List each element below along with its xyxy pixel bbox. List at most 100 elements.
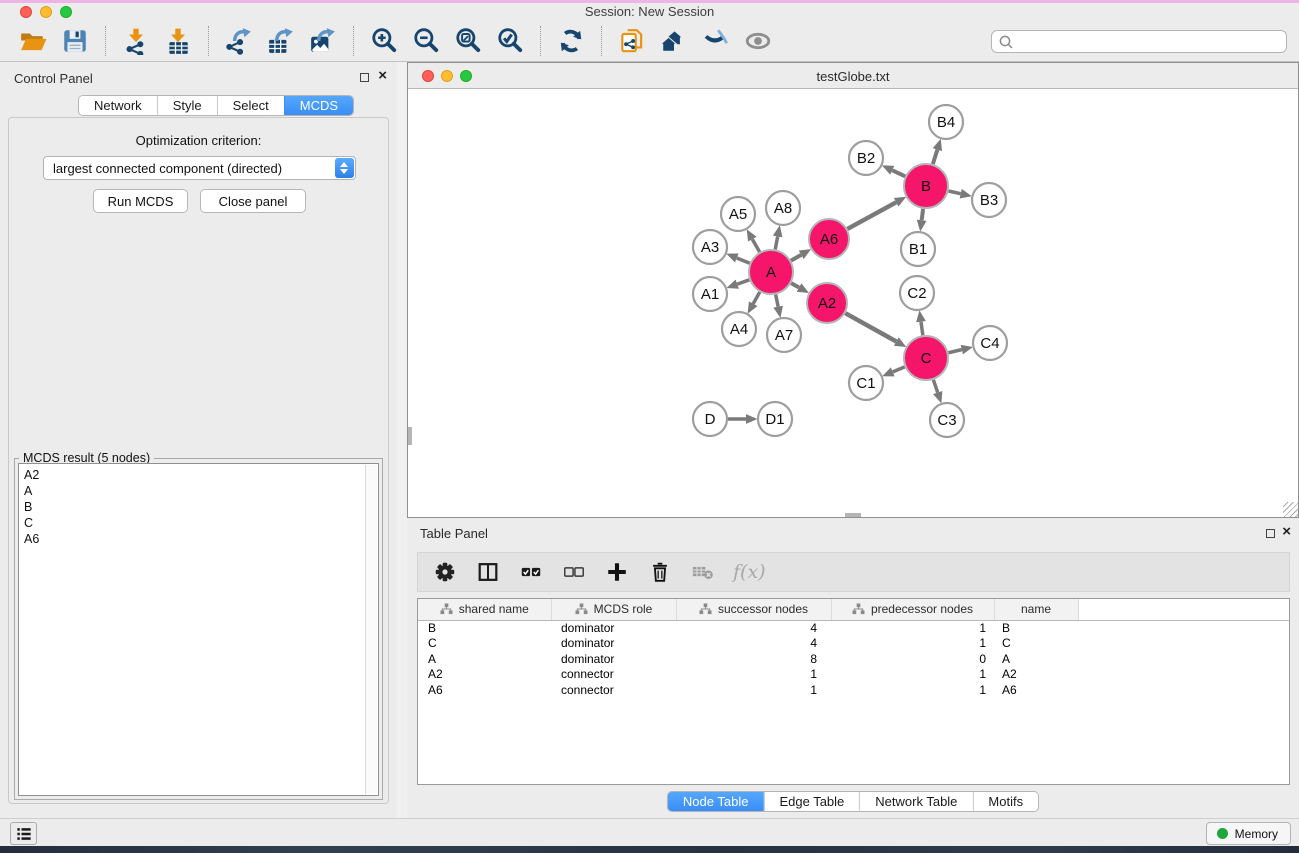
zoom-out-button[interactable] bbox=[405, 23, 447, 59]
tab-mcds[interactable]: MCDS bbox=[284, 96, 353, 115]
export-network-button[interactable] bbox=[218, 23, 260, 59]
edge-A-A1[interactable] bbox=[737, 280, 749, 284]
table-row[interactable]: Adominator80A bbox=[418, 651, 1290, 667]
result-scrollbar[interactable] bbox=[365, 465, 377, 794]
result-list-item[interactable]: A2 bbox=[19, 464, 378, 483]
home-button[interactable] bbox=[653, 23, 695, 59]
table-cell[interactable]: dominator bbox=[551, 651, 676, 667]
edge-B-B3[interactable] bbox=[948, 191, 960, 194]
table-cell[interactable]: A6 bbox=[994, 682, 1078, 698]
network-window-titlebar[interactable]: testGlobe.txt bbox=[408, 63, 1298, 89]
task-history-button[interactable] bbox=[10, 822, 37, 845]
table-cell[interactable]: A bbox=[994, 651, 1078, 667]
select-all-button[interactable] bbox=[518, 559, 544, 585]
table-cell[interactable]: 4 bbox=[676, 620, 831, 636]
table-row[interactable]: A6connector11A6 bbox=[418, 682, 1290, 698]
import-table-button[interactable] bbox=[157, 23, 199, 59]
import-network-button[interactable] bbox=[115, 23, 157, 59]
clone-network-button[interactable] bbox=[611, 23, 653, 59]
criterion-dropdown[interactable]: largest connected component (directed) bbox=[43, 156, 356, 180]
table-row[interactable]: Bdominator41B bbox=[418, 620, 1290, 636]
result-list-item[interactable]: A bbox=[19, 483, 378, 499]
edge-A-A4[interactable] bbox=[753, 292, 760, 304]
edge-A-A3[interactable] bbox=[737, 258, 750, 263]
table-cell[interactable]: 1 bbox=[676, 682, 831, 698]
show-panel-button[interactable] bbox=[737, 23, 779, 59]
table-tab-edge-table[interactable]: Edge Table bbox=[763, 792, 859, 811]
table-tab-node-table[interactable]: Node Table bbox=[668, 792, 764, 811]
tab-select[interactable]: Select bbox=[217, 96, 284, 115]
column-header-MCDS-role[interactable]: MCDS role bbox=[551, 599, 676, 620]
refresh-layout-button[interactable] bbox=[550, 23, 592, 59]
table-panel-float-icon[interactable] bbox=[1266, 529, 1275, 538]
table-cell[interactable] bbox=[1078, 667, 1290, 683]
open-file-button[interactable] bbox=[12, 23, 54, 59]
save-session-button[interactable] bbox=[54, 23, 96, 59]
table-cell[interactable]: A6 bbox=[418, 682, 551, 698]
export-table-button[interactable] bbox=[260, 23, 302, 59]
table-cell[interactable]: B bbox=[418, 620, 551, 636]
deselect-all-button[interactable] bbox=[561, 559, 587, 585]
table-row[interactable]: Cdominator41C bbox=[418, 636, 1290, 652]
tab-network[interactable]: Network bbox=[79, 96, 157, 115]
table-cell[interactable] bbox=[1078, 682, 1290, 698]
column-header-name[interactable]: name bbox=[994, 599, 1078, 620]
edge-A6-B[interactable] bbox=[847, 202, 896, 229]
table-cell[interactable]: connector bbox=[551, 682, 676, 698]
table-tab-motifs[interactable]: Motifs bbox=[972, 792, 1038, 811]
table-cell[interactable]: B bbox=[994, 620, 1078, 636]
edge-A-A6[interactable] bbox=[791, 255, 801, 261]
mcds-result-list[interactable]: A2ABCA6 bbox=[18, 463, 379, 796]
result-list-item[interactable]: A6 bbox=[19, 531, 378, 547]
hide-panel-button[interactable] bbox=[695, 23, 737, 59]
table-cell[interactable]: dominator bbox=[551, 636, 676, 652]
edge-C-C4[interactable] bbox=[948, 350, 961, 353]
result-list-item[interactable]: C bbox=[19, 515, 378, 531]
column-header-shared-name[interactable]: shared name bbox=[418, 599, 551, 620]
table-cell[interactable]: A bbox=[418, 651, 551, 667]
column-header-successor-nodes[interactable]: successor nodes bbox=[676, 599, 831, 620]
panel-columns-button[interactable] bbox=[475, 559, 501, 585]
canvas-vertical-scrollthumb[interactable] bbox=[408, 427, 412, 445]
zoom-selected-button[interactable] bbox=[489, 23, 531, 59]
add-column-button[interactable] bbox=[604, 559, 630, 585]
table-cell[interactable]: A2 bbox=[994, 667, 1078, 683]
control-panel-close-icon[interactable]: × bbox=[378, 67, 387, 85]
function-builder-button[interactable]: f(x) bbox=[733, 559, 766, 585]
table-cell[interactable]: 1 bbox=[831, 667, 994, 683]
table-cell[interactable]: connector bbox=[551, 667, 676, 683]
edge-A-A8[interactable] bbox=[775, 237, 777, 250]
edge-A-A7[interactable] bbox=[776, 295, 778, 307]
run-mcds-button[interactable]: Run MCDS bbox=[93, 189, 188, 213]
network-canvas[interactable]: AA1A2A3A4A5A6A7A8BB1B2B3B4CC1C2C3C4DD1 bbox=[408, 90, 1298, 517]
table-cell[interactable] bbox=[1078, 651, 1290, 667]
edge-C-C2[interactable] bbox=[921, 322, 923, 335]
delete-table-button[interactable] bbox=[690, 559, 716, 585]
canvas-horizontal-scrollthumb[interactable] bbox=[845, 513, 861, 517]
table-cell[interactable] bbox=[1078, 636, 1290, 652]
table-cell[interactable]: 1 bbox=[831, 682, 994, 698]
table-cell[interactable]: 0 bbox=[831, 651, 994, 667]
tab-style[interactable]: Style bbox=[157, 96, 217, 115]
table-panel-close-icon[interactable]: × bbox=[1282, 523, 1291, 541]
panel-divider[interactable] bbox=[397, 62, 407, 818]
close-panel-button[interactable]: Close panel bbox=[200, 189, 306, 213]
zoom-in-button[interactable] bbox=[363, 23, 405, 59]
memory-button[interactable]: Memory bbox=[1206, 822, 1291, 845]
window-resize-grip[interactable] bbox=[1283, 502, 1298, 517]
edge-B-B1[interactable] bbox=[922, 209, 923, 220]
zoom-fit-button[interactable] bbox=[447, 23, 489, 59]
edge-B-B4[interactable] bbox=[933, 150, 937, 164]
table-cell[interactable]: 1 bbox=[831, 636, 994, 652]
table-row[interactable]: A2connector11A2 bbox=[418, 667, 1290, 683]
column-header-predecessor-nodes[interactable]: predecessor nodes bbox=[831, 599, 994, 620]
control-panel-float-icon[interactable] bbox=[360, 73, 369, 82]
table-cell[interactable]: 1 bbox=[831, 620, 994, 636]
edge-C-C3[interactable] bbox=[933, 380, 937, 393]
table-cell[interactable]: C bbox=[418, 636, 551, 652]
table-cell[interactable] bbox=[1078, 620, 1290, 636]
table-cell[interactable]: C bbox=[994, 636, 1078, 652]
edge-A-A2[interactable] bbox=[791, 283, 799, 287]
table-tab-network-table[interactable]: Network Table bbox=[859, 792, 972, 811]
settings-button[interactable] bbox=[432, 559, 458, 585]
